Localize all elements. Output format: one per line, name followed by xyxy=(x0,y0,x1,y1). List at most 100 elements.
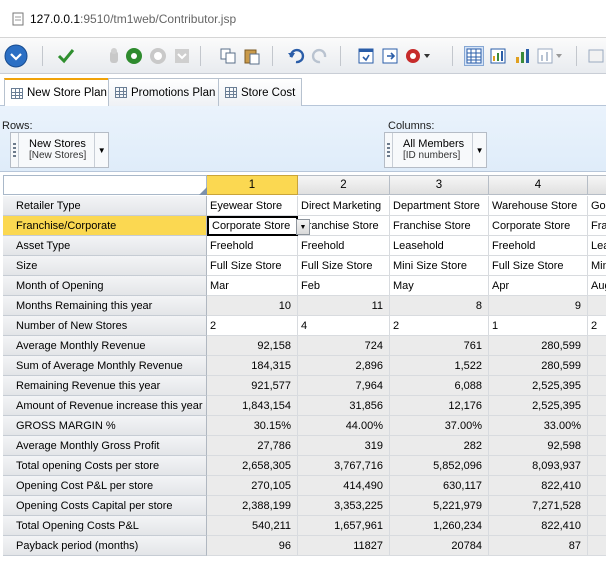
grid-cell[interactable]: Freehold xyxy=(207,236,298,256)
grid-cell[interactable]: Full Size Store xyxy=(489,256,588,276)
grid-cell[interactable]: 2,896 xyxy=(298,356,390,376)
row-header[interactable]: Sum of Average Monthly Revenue xyxy=(3,356,207,376)
grid-cell[interactable]: 8 xyxy=(390,296,489,316)
row-header[interactable]: Payback period (months) xyxy=(3,536,207,556)
commit-checkmark-icon[interactable] xyxy=(56,46,76,66)
grid-cell[interactable]: Freehold xyxy=(298,236,390,256)
grid-cell[interactable]: 724 xyxy=(298,336,390,356)
grid-cell[interactable]: 4 xyxy=(298,316,390,336)
grid-cell[interactable]: 1 xyxy=(489,316,588,336)
url-text[interactable]: 127.0.0.1:9510/tm1web/Contributor.jsp xyxy=(30,12,236,26)
grid-cell[interactable]: 33.00% xyxy=(489,416,588,436)
grid-cell[interactable]: 184,315 xyxy=(207,356,298,376)
row-header[interactable]: Number of New Stores xyxy=(3,316,207,336)
grid-cell[interactable]: 540,211 xyxy=(207,516,298,536)
menu-icon[interactable] xyxy=(4,44,28,68)
chevron-down-icon[interactable]: ▼ xyxy=(472,133,486,167)
column-header[interactable]: 1 xyxy=(207,175,298,195)
chevron-down-icon[interactable]: ▼ xyxy=(94,133,108,167)
grid-cell[interactable]: Franchise Store xyxy=(298,216,390,236)
grid-cell[interactable]: Mar xyxy=(207,276,298,296)
grid-cell[interactable]: 2,525,395 xyxy=(489,376,588,396)
grid-cell[interactable] xyxy=(588,396,606,416)
paste-icon[interactable] xyxy=(242,46,262,66)
grid-cell[interactable]: 11 xyxy=(298,296,390,316)
grid-cell[interactable]: 31,856 xyxy=(298,396,390,416)
column-header[interactable]: 2 xyxy=(298,175,390,195)
grid-cell[interactable]: 37.00% xyxy=(390,416,489,436)
grid-cell[interactable]: Full Size Store xyxy=(298,256,390,276)
row-header[interactable]: Retailer Type xyxy=(3,196,207,216)
grid-cell[interactable] xyxy=(588,496,606,516)
row-header[interactable]: Size xyxy=(3,256,207,276)
grid-cell[interactable]: 2 xyxy=(588,316,606,336)
grid-cell[interactable]: 3,353,225 xyxy=(298,496,390,516)
release-icon[interactable] xyxy=(172,46,192,66)
grid-cell[interactable]: Feb xyxy=(298,276,390,296)
row-header[interactable]: Month of Opening xyxy=(3,276,207,296)
column-header[interactable]: 3 xyxy=(390,175,489,195)
grid-cell[interactable]: 822,410 xyxy=(489,516,588,536)
grid-cell[interactable]: Fra xyxy=(588,216,606,236)
grid-corner[interactable] xyxy=(3,175,207,195)
grid-cell[interactable] xyxy=(588,456,606,476)
grid-cell[interactable]: 7,271,528 xyxy=(489,496,588,516)
grid-cell[interactable]: Direct Marketing xyxy=(298,196,390,216)
grid-cell[interactable]: 280,599 xyxy=(489,336,588,356)
grid-cell[interactable]: 92,158 xyxy=(207,336,298,356)
take-ownership-icon[interactable] xyxy=(104,46,124,66)
grid-cell[interactable] xyxy=(588,536,606,556)
columns-dimension-selector[interactable]: All Members [ID numbers] ▼ xyxy=(384,132,488,168)
grid-cell[interactable]: 87 xyxy=(489,536,588,556)
grid-cell[interactable]: 2,525,395 xyxy=(489,396,588,416)
chart-view-icon[interactable] xyxy=(512,46,532,66)
grid-cell[interactable]: 761 xyxy=(390,336,489,356)
undo-icon[interactable] xyxy=(286,46,306,66)
grid-cell[interactable]: 822,410 xyxy=(489,476,588,496)
grid-cell[interactable]: Aug xyxy=(588,276,606,296)
column-header[interactable] xyxy=(588,175,606,195)
grid-chart-view-icon[interactable] xyxy=(488,46,508,66)
reject-icon[interactable] xyxy=(148,46,168,66)
grid-cell[interactable]: 1,657,961 xyxy=(298,516,390,536)
grid-cell[interactable]: 1,260,234 xyxy=(390,516,489,536)
grid-cell[interactable] xyxy=(588,476,606,496)
row-header[interactable]: GROSS MARGIN % xyxy=(3,416,207,436)
drag-handle-icon[interactable] xyxy=(385,133,393,167)
grid-cell[interactable]: 2 xyxy=(390,316,489,336)
row-header[interactable]: Average Monthly Gross Profit xyxy=(3,436,207,456)
grid-cell[interactable]: Lea xyxy=(588,236,606,256)
tab-new-store-plan[interactable]: New Store Plan xyxy=(4,78,114,106)
row-header[interactable]: Opening Cost P&L per store xyxy=(3,476,207,496)
submit-icon[interactable] xyxy=(124,46,144,66)
grid-cell[interactable]: Corporate Store xyxy=(489,216,588,236)
grid-cell[interactable]: 7,964 xyxy=(298,376,390,396)
grid-cell[interactable]: Franchise Store xyxy=(390,216,489,236)
grid-cell[interactable]: Full Size Store xyxy=(207,256,298,276)
grid-cell[interactable]: 270,105 xyxy=(207,476,298,496)
grid-cell[interactable]: 8,093,937 xyxy=(489,456,588,476)
drag-handle-icon[interactable] xyxy=(11,133,19,167)
grid-cell[interactable] xyxy=(588,356,606,376)
grid-cell[interactable]: 1,843,154 xyxy=(207,396,298,416)
row-header[interactable]: Amount of Revenue increase this year xyxy=(3,396,207,416)
cell-dropdown-icon[interactable]: ▼ xyxy=(296,219,310,235)
grid-cell[interactable]: Gol xyxy=(588,196,606,216)
column-header[interactable]: 4 xyxy=(489,175,588,195)
grid-cell[interactable]: 2,658,305 xyxy=(207,456,298,476)
sandbox-dropdown-icon[interactable] xyxy=(404,46,432,66)
row-header[interactable]: Remaining Revenue this year xyxy=(3,376,207,396)
grid-cell[interactable]: Leasehold xyxy=(390,236,489,256)
grid-view-icon[interactable] xyxy=(464,46,484,66)
grid-cell[interactable]: 414,490 xyxy=(298,476,390,496)
recalculate-icon[interactable] xyxy=(356,46,376,66)
grid-cell[interactable]: 96 xyxy=(207,536,298,556)
row-header[interactable]: Total opening Costs per store xyxy=(3,456,207,476)
copy-icon[interactable] xyxy=(218,46,238,66)
page-info-icon[interactable] xyxy=(12,12,24,26)
grid-cell[interactable]: Department Store xyxy=(390,196,489,216)
grid-cell[interactable]: 10 xyxy=(207,296,298,316)
grid-cell[interactable]: 1,522 xyxy=(390,356,489,376)
grid-cell[interactable]: 921,577 xyxy=(207,376,298,396)
options-icon[interactable] xyxy=(586,46,606,66)
